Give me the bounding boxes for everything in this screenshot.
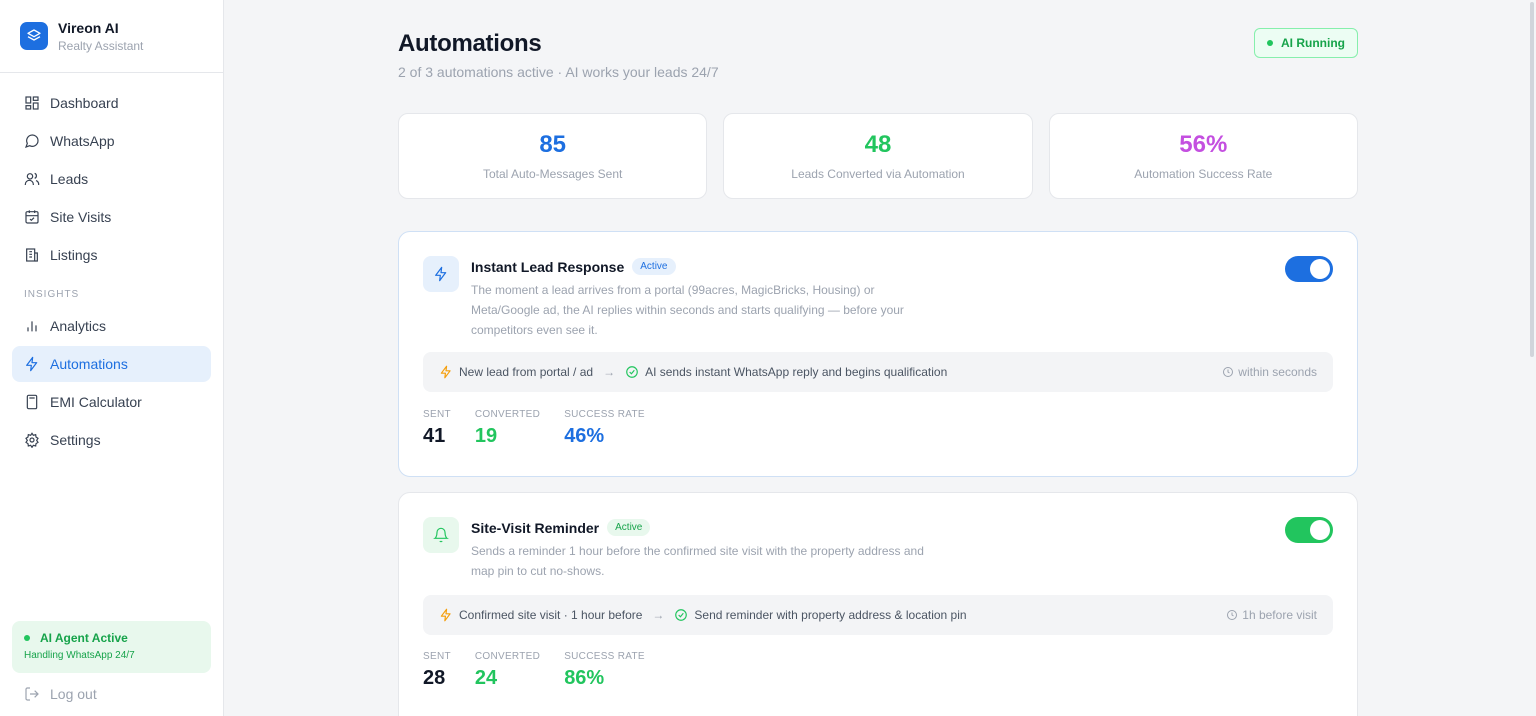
building-icon bbox=[26, 248, 38, 262]
automation-title: Instant Lead Response bbox=[471, 258, 625, 275]
automation-toggle[interactable] bbox=[1285, 517, 1333, 543]
stat-card-success-rate: 56% Automation Success Rate bbox=[1048, 113, 1358, 199]
sidebar-item-emi-calculator[interactable]: EMI Calculator bbox=[12, 384, 211, 420]
lightning-icon bbox=[440, 608, 451, 622]
sidebar-item-analytics[interactable]: Analytics bbox=[12, 308, 211, 344]
stat-card-messages-sent: 85 Total Auto-Messages Sent bbox=[398, 113, 708, 199]
sidebar-item-label: EMI Calculator bbox=[50, 394, 142, 410]
status-badge: Active bbox=[607, 519, 651, 536]
automation-toggle[interactable] bbox=[1285, 256, 1333, 282]
sidebar-item-leads[interactable]: Leads bbox=[12, 161, 211, 197]
status-badge: Active bbox=[632, 258, 676, 275]
ai-agent-status-card: AI Agent Active Handling WhatsApp 24/7 bbox=[12, 621, 211, 673]
lightning-icon bbox=[423, 256, 459, 292]
stat-label: Automation Success Rate bbox=[1134, 167, 1273, 181]
sidebar-item-listings[interactable]: Listings bbox=[12, 237, 211, 273]
nav-section-insights: INSIGHTS bbox=[24, 289, 80, 300]
brand[interactable]: Vireon AI Realty Assistant bbox=[0, 0, 223, 73]
automation-card-instant-lead-response: Instant Lead Response Active The moment … bbox=[398, 231, 1358, 477]
sidebar: Vireon AI Realty Assistant Dashboard Wha… bbox=[0, 0, 224, 716]
automation-flow: Confirmed site visit · 1 hour before → S… bbox=[423, 595, 1333, 635]
metric-success-rate: SUCCESS RATE 46% bbox=[564, 409, 645, 447]
agent-status-subtitle: Handling WhatsApp 24/7 bbox=[24, 650, 135, 661]
sidebar-item-label: Listings bbox=[50, 247, 98, 263]
status-dot-icon bbox=[1267, 40, 1274, 46]
sidebar-item-settings[interactable]: Settings bbox=[12, 422, 211, 458]
calendar-icon bbox=[25, 210, 39, 224]
automation-description: The moment a lead arrives from a portal … bbox=[471, 283, 904, 337]
sidebar-item-dashboard[interactable]: Dashboard bbox=[12, 85, 211, 121]
users-icon bbox=[24, 172, 40, 185]
flow-timing: within seconds bbox=[1238, 365, 1317, 379]
page-title: Automations bbox=[398, 30, 542, 57]
sidebar-item-label: Dashboard bbox=[50, 95, 119, 111]
stat-value: 56% bbox=[1179, 131, 1228, 158]
automation-title: Site-Visit Reminder bbox=[471, 519, 600, 536]
arrow-right-icon: → bbox=[603, 365, 616, 379]
stat-value: 85 bbox=[539, 131, 567, 158]
sidebar-item-label: Leads bbox=[50, 171, 89, 187]
ai-running-badge: AI Running bbox=[1254, 28, 1358, 58]
stats-row: 85 Total Auto-Messages Sent 48 Leads Con… bbox=[398, 113, 1358, 199]
dashboard-icon bbox=[25, 96, 39, 110]
brand-logo-icon bbox=[20, 22, 48, 50]
sidebar-item-label: Settings bbox=[50, 432, 101, 448]
stat-card-leads-converted: 48 Leads Converted via Automation bbox=[723, 113, 1033, 199]
check-circle-icon bbox=[626, 366, 638, 378]
bar-chart-icon bbox=[27, 321, 37, 332]
stat-label: Leads Converted via Automation bbox=[791, 167, 965, 181]
metric-sent: SENT 41 bbox=[423, 409, 451, 447]
clock-icon bbox=[1223, 367, 1234, 377]
sidebar-item-whatsapp[interactable]: WhatsApp bbox=[12, 123, 211, 159]
main-nav: Dashboard WhatsApp Leads Site Visits Lis… bbox=[0, 73, 223, 458]
ai-running-label: AI Running bbox=[1281, 36, 1345, 50]
page-subtitle: 2 of 3 automations active · AI works you… bbox=[398, 64, 719, 80]
metric-converted: CONVERTED 19 bbox=[474, 409, 541, 447]
calculator-icon bbox=[26, 394, 38, 410]
flow-timing: 1h before visit bbox=[1242, 608, 1317, 622]
bell-icon bbox=[423, 517, 459, 553]
automation-metrics: SENT 28 CONVERTED 24 SUCCESS RATE 86% bbox=[423, 651, 669, 690]
logout-button[interactable]: Log out bbox=[24, 686, 97, 702]
brand-name: Vireon AI bbox=[58, 19, 119, 36]
sidebar-item-site-visits[interactable]: Site Visits bbox=[12, 199, 211, 235]
logout-label: Log out bbox=[50, 686, 97, 702]
logout-icon bbox=[25, 687, 39, 701]
scrollbar-thumb[interactable] bbox=[1530, 2, 1534, 357]
lightning-icon bbox=[440, 365, 451, 379]
flow-trigger: Confirmed site visit · 1 hour before bbox=[459, 608, 643, 622]
automation-flow: New lead from portal / ad → AI sends ins… bbox=[423, 352, 1333, 392]
automation-card-site-visit-reminder: Site-Visit Reminder Active Sends a remin… bbox=[398, 492, 1358, 716]
flow-action: AI sends instant WhatsApp reply and begi… bbox=[645, 365, 948, 379]
sidebar-item-label: Automations bbox=[50, 356, 128, 372]
sidebar-item-label: Analytics bbox=[50, 318, 107, 334]
stat-label: Total Auto-Messages Sent bbox=[482, 167, 623, 181]
brand-subtitle: Realty Assistant bbox=[58, 38, 144, 53]
sidebar-item-automations[interactable]: Automations bbox=[12, 346, 211, 382]
sidebar-item-label: Site Visits bbox=[50, 209, 112, 225]
page-scrollbar[interactable] bbox=[1528, 0, 1536, 716]
metric-sent: SENT 28 bbox=[423, 651, 451, 689]
chat-bubble-icon bbox=[25, 134, 39, 148]
stat-value: 48 bbox=[864, 131, 892, 158]
flow-trigger: New lead from portal / ad bbox=[459, 365, 594, 379]
gear-icon bbox=[25, 432, 39, 448]
lightning-icon bbox=[26, 356, 38, 372]
flow-action: Send reminder with property address & lo… bbox=[694, 608, 967, 622]
automation-description: Sends a reminder 1 hour before the confi… bbox=[471, 544, 924, 578]
check-circle-icon bbox=[675, 609, 688, 621]
sidebar-item-label: WhatsApp bbox=[50, 133, 115, 149]
agent-status-title: AI Agent Active bbox=[40, 631, 128, 645]
metric-converted: CONVERTED 24 bbox=[474, 651, 541, 689]
clock-icon bbox=[1227, 610, 1238, 620]
metric-success-rate: SUCCESS RATE 86% bbox=[564, 651, 645, 689]
arrow-right-icon: → bbox=[652, 608, 665, 622]
status-dot-icon bbox=[24, 635, 30, 641]
automation-metrics: SENT 41 CONVERTED 19 SUCCESS RATE 46% bbox=[423, 409, 669, 448]
